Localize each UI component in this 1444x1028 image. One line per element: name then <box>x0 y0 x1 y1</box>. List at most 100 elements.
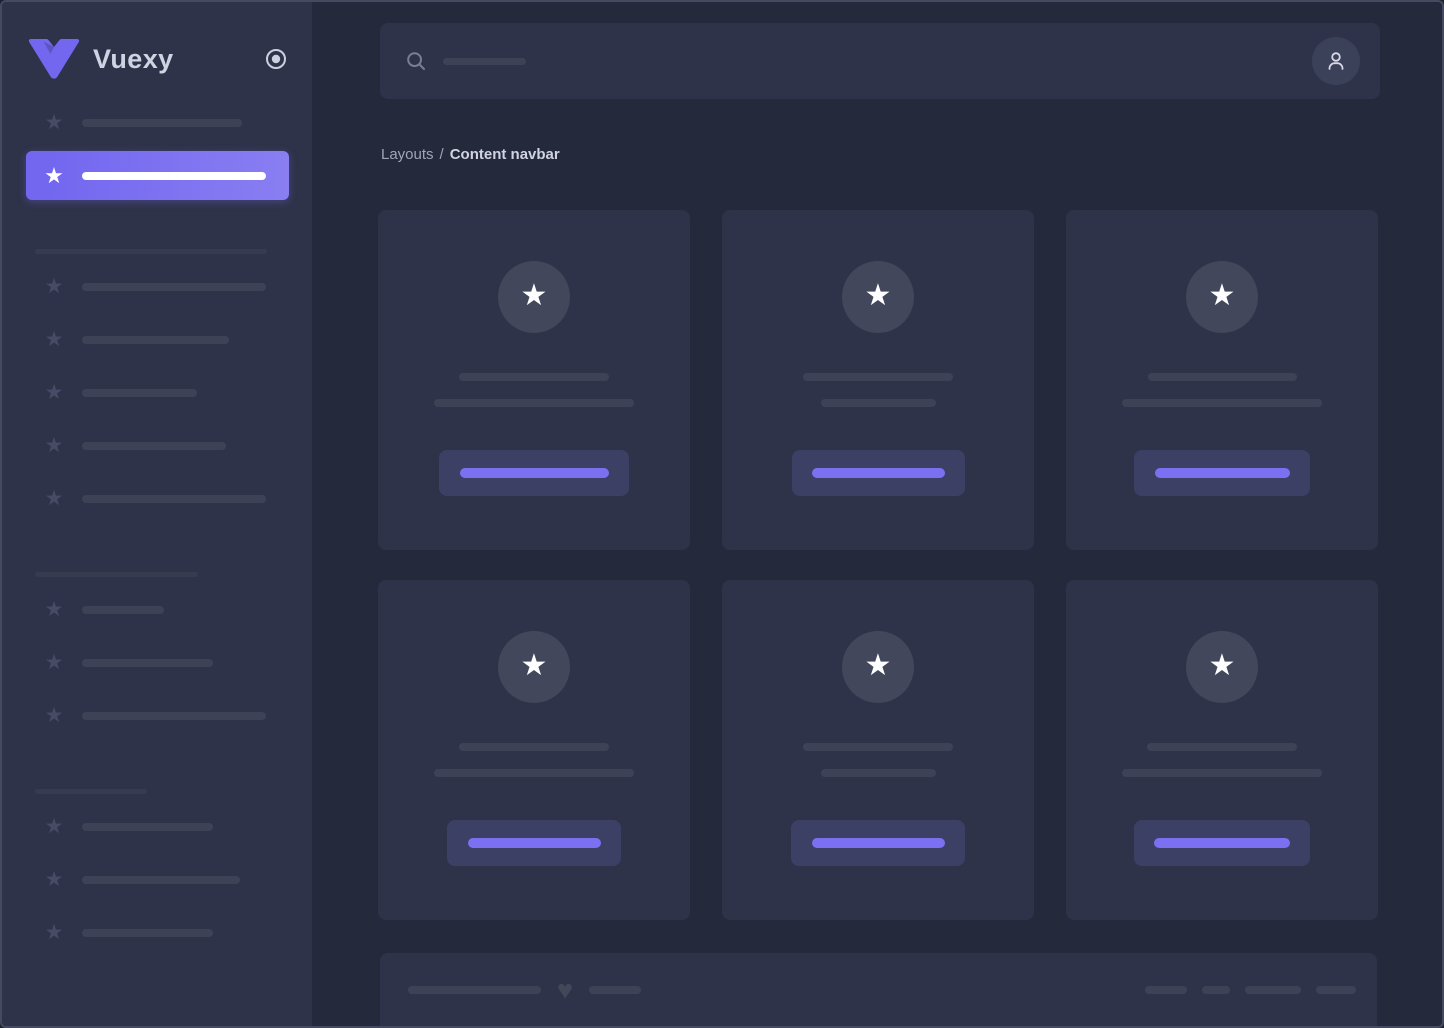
sidebar-item[interactable]: ★ <box>2 434 312 458</box>
text-line-skeleton <box>434 399 634 407</box>
sidebar-item[interactable]: ★ <box>2 815 312 839</box>
sidebar-item[interactable]: ★ <box>2 651 312 675</box>
sidebar-item[interactable]: ★ <box>2 704 312 728</box>
card-action-button[interactable] <box>447 820 621 866</box>
star-icon: ★ <box>42 598 66 622</box>
cards-grid: ★ ★ ★ ★ ★ <box>378 210 1378 920</box>
star-icon: ★ <box>1209 651 1236 681</box>
sidebar-item-label-skeleton <box>82 495 266 503</box>
search-placeholder-skeleton <box>443 58 526 65</box>
placeholder-card: ★ <box>378 580 690 920</box>
breadcrumb-layouts-link[interactable]: Layouts <box>381 146 434 163</box>
app-window: Vuexy ★ ★ ★ ★ ★ ★ ★ ★ ★ <box>0 0 1444 1028</box>
sidebar-section-divider <box>35 572 198 577</box>
button-label-skeleton <box>1155 468 1290 478</box>
breadcrumb-current: Content navbar <box>450 146 560 163</box>
star-icon: ★ <box>42 651 66 675</box>
sidebar-header: Vuexy <box>28 35 288 83</box>
main-content: Layouts / Content navbar ★ ★ ★ <box>312 2 1442 1026</box>
card-star-circle: ★ <box>498 631 570 703</box>
search-icon <box>406 51 426 71</box>
card-star-circle: ★ <box>842 631 914 703</box>
sidebar-item[interactable]: ★ <box>2 921 312 945</box>
placeholder-card: ★ <box>722 210 1034 550</box>
breadcrumb-separator: / <box>440 146 444 163</box>
card-action-button[interactable] <box>1134 450 1310 496</box>
text-line-skeleton <box>821 769 936 777</box>
sidebar-item-label-skeleton <box>82 389 197 397</box>
sidebar-item[interactable]: ★ <box>2 868 312 892</box>
star-icon: ★ <box>1209 281 1236 311</box>
footer-right-group <box>1145 986 1356 994</box>
button-label-skeleton <box>460 468 609 478</box>
star-icon: ★ <box>42 381 66 405</box>
sidebar-item[interactable]: ★ <box>2 487 312 511</box>
card-action-button[interactable] <box>439 450 629 496</box>
sidebar-item[interactable]: ★ <box>2 111 312 135</box>
footer-text-skeleton <box>589 986 641 994</box>
sidebar-item-label-skeleton <box>82 659 213 667</box>
search-input[interactable] <box>406 23 1312 99</box>
sidebar-item[interactable]: ★ <box>2 275 312 299</box>
text-line-skeleton <box>803 373 953 381</box>
vuexy-logo-icon <box>28 39 80 79</box>
sidebar-item-label-skeleton <box>82 606 164 614</box>
star-icon: ★ <box>42 434 66 458</box>
button-label-skeleton <box>468 838 601 848</box>
text-line-skeleton <box>1148 373 1297 381</box>
footer-row: ♥ <box>380 953 1377 1027</box>
brand-title: Vuexy <box>93 44 174 75</box>
text-line-skeleton <box>1122 399 1322 407</box>
star-icon: ★ <box>42 275 66 299</box>
star-icon: ★ <box>42 487 66 511</box>
card-star-circle: ★ <box>1186 631 1258 703</box>
star-icon: ★ <box>865 281 892 311</box>
text-line-skeleton <box>434 769 634 777</box>
star-icon: ★ <box>42 815 66 839</box>
sidebar-section-divider <box>35 789 147 794</box>
heart-icon: ♥ <box>557 977 573 1004</box>
footer-text-skeleton <box>1245 986 1301 994</box>
footer-text-skeleton <box>1145 986 1187 994</box>
star-icon: ★ <box>42 111 66 135</box>
card-star-circle: ★ <box>842 261 914 333</box>
text-line-skeleton <box>1147 743 1297 751</box>
card-star-circle: ★ <box>498 261 570 333</box>
sidebar-item-label-skeleton <box>82 119 242 127</box>
footer-text-skeleton <box>1202 986 1230 994</box>
sidebar-item-label-skeleton <box>82 712 266 720</box>
star-icon: ★ <box>865 651 892 681</box>
sidebar-item[interactable]: ★ <box>2 381 312 405</box>
person-icon <box>1323 48 1349 74</box>
sidebar-nav: ★ ★ ★ ★ ★ ★ ★ ★ ★ ★ ★ ★ ★ <box>2 111 312 974</box>
button-label-skeleton <box>812 468 945 478</box>
sidebar: Vuexy ★ ★ ★ ★ ★ ★ ★ ★ ★ <box>2 2 312 1026</box>
sidebar-item-label-skeleton <box>82 336 229 344</box>
user-avatar-button[interactable] <box>1312 37 1360 85</box>
card-action-button[interactable] <box>791 820 965 866</box>
star-icon: ★ <box>521 651 548 681</box>
placeholder-card: ★ <box>722 580 1034 920</box>
star-icon: ★ <box>42 921 66 945</box>
star-icon: ★ <box>42 164 66 188</box>
star-icon: ★ <box>42 328 66 352</box>
card-action-button[interactable] <box>1134 820 1310 866</box>
text-line-skeleton <box>459 373 609 381</box>
star-icon: ★ <box>42 704 66 728</box>
sidebar-section-divider <box>35 249 267 254</box>
sidebar-item[interactable]: ★ <box>2 598 312 622</box>
sidebar-item-active[interactable]: ★ <box>26 151 289 200</box>
button-label-skeleton <box>1154 838 1290 848</box>
star-icon: ★ <box>42 868 66 892</box>
text-line-skeleton <box>1122 769 1322 777</box>
card-star-circle: ★ <box>1186 261 1258 333</box>
button-label-skeleton <box>812 838 945 848</box>
card-action-button[interactable] <box>792 450 965 496</box>
sidebar-item[interactable]: ★ <box>2 328 312 352</box>
text-line-skeleton <box>459 743 609 751</box>
sidebar-item-label-skeleton <box>82 876 240 884</box>
footer-card: ♥ <box>380 953 1377 1028</box>
star-icon: ★ <box>521 281 548 311</box>
sidebar-item-label-skeleton <box>82 172 266 180</box>
radio-circle-icon[interactable] <box>264 47 288 71</box>
